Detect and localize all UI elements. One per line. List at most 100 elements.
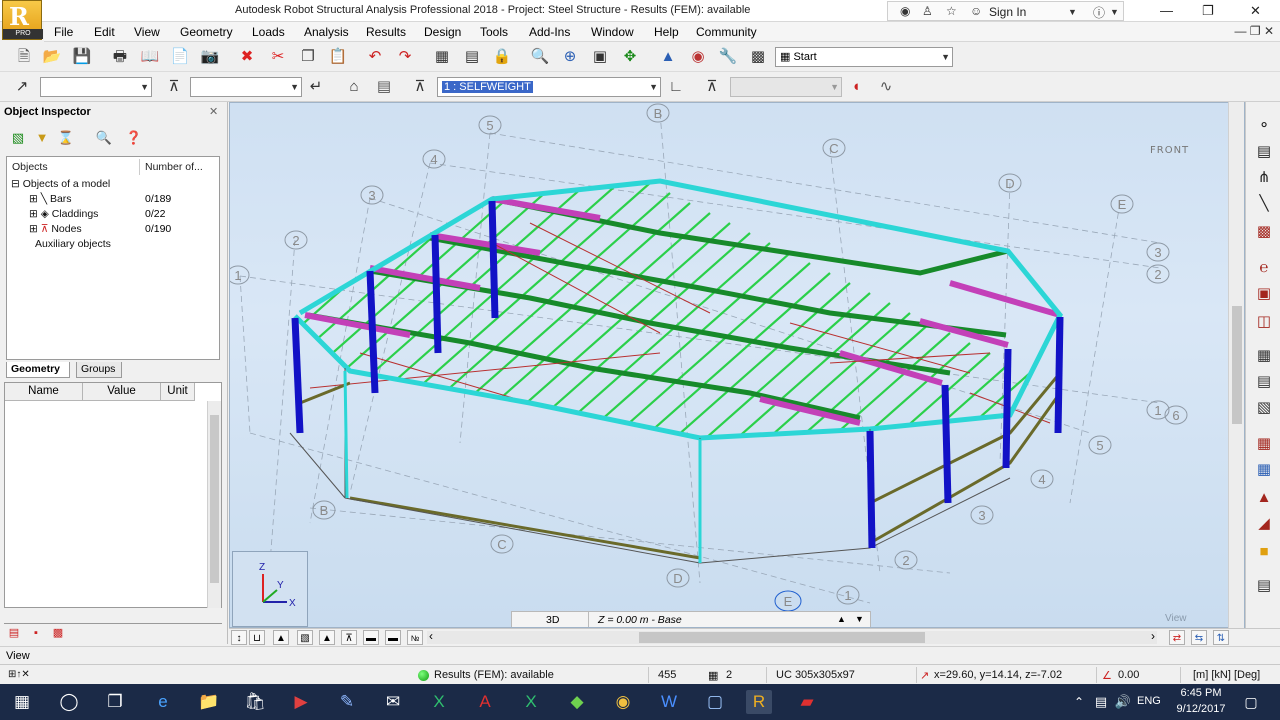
layout-combo[interactable]: ▦ Start ▼ (775, 47, 953, 67)
scrollbar-thumb[interactable] (210, 415, 219, 583)
screen-capture-icon[interactable]: 📷 (200, 47, 220, 67)
menu-analysis[interactable]: Analysis (304, 25, 349, 39)
tree-item-auxiliary[interactable]: Auxiliary objects (35, 238, 111, 250)
help-icon[interactable]: ⓘ (1093, 4, 1105, 21)
people-icon[interactable]: ♙ (922, 4, 933, 18)
volume-icon[interactable]: 🔊 (1110, 690, 1136, 714)
view-tool-icon[interactable]: ⇅ (1213, 630, 1229, 645)
view-tool-icon[interactable]: ↕ (231, 630, 247, 645)
view-tool-icon[interactable]: ⇄ (1169, 630, 1185, 645)
word-icon[interactable]: W (656, 690, 682, 714)
sketchup-icon[interactable]: ◆ (564, 690, 590, 714)
scrollbar-thumb[interactable] (639, 632, 925, 643)
display-icon[interactable]: ◉ (688, 47, 708, 67)
file-explorer-icon[interactable]: 📁 (196, 690, 222, 714)
paste-icon[interactable]: 📋 (328, 47, 348, 67)
load-definition-icon[interactable]: ∟ (666, 77, 686, 97)
clock-time[interactable]: 6:45 PM (1176, 687, 1226, 699)
load-case-combo[interactable]: 1 : SELFWEIGHT ▼ (437, 77, 661, 97)
scroll-right-icon[interactable]: › (1151, 629, 1155, 643)
prop-unit-header[interactable]: Unit (161, 383, 195, 401)
undo-icon[interactable]: ↶ (365, 47, 385, 67)
app-logo[interactable]: R PRO (2, 0, 43, 40)
search-icon[interactable]: ◯ (56, 690, 82, 714)
page-setup-icon[interactable]: 📄 (170, 47, 190, 67)
menu-community[interactable]: Community (696, 25, 757, 39)
nodes-icon[interactable]: ⚬ (1253, 116, 1275, 136)
redo-icon[interactable]: ↷ (395, 47, 415, 67)
prop-name-header[interactable]: Name (5, 383, 83, 401)
work-plane[interactable]: Z = 0.00 m - Base (598, 614, 682, 626)
menu-view[interactable]: View (134, 25, 160, 39)
tree-item-bars[interactable]: ⊞ ╲ Bars (29, 193, 72, 205)
help-dropdown-icon[interactable]: ▼ (1110, 7, 1119, 17)
view-tool-icon[interactable]: ⊔ (249, 630, 265, 645)
view-tool-icon[interactable]: ⇆ (1191, 630, 1207, 645)
bar-sections-icon[interactable]: ▩ (1253, 222, 1275, 242)
prop-value-header[interactable]: Value (83, 383, 161, 401)
tab-geometry[interactable]: Geometry (6, 362, 70, 378)
new-file-icon[interactable]: 🗎 (14, 47, 34, 67)
clock-date[interactable]: 9/12/2017 (1170, 703, 1232, 715)
layout-icon[interactable]: ▩ (748, 47, 768, 67)
edge-browser-icon[interactable]: e (150, 690, 176, 714)
zoom-window-icon[interactable]: ⊕ (560, 47, 580, 67)
menu-design[interactable]: Design (424, 25, 461, 39)
view-numbering-icon[interactable]: № (407, 630, 423, 645)
print-icon[interactable]: 🖶 (110, 47, 130, 67)
store-icon[interactable]: 🛍 (242, 690, 268, 714)
hourglass-icon[interactable]: ⌛ (56, 128, 76, 148)
materials-icon[interactable]: ▣ (1253, 284, 1275, 304)
view-tool-icon[interactable]: ▧ (297, 630, 313, 645)
filter-icon[interactable]: ▤ (374, 77, 394, 97)
tree-item-claddings[interactable]: ⊞ ◈ Claddings (29, 208, 98, 220)
load-case-icon[interactable]: ⊼ (410, 77, 430, 97)
tree-item-objects-of-model[interactable]: ⊟ Objects of a model (11, 178, 110, 190)
delete-icon[interactable]: ✖ (237, 47, 257, 67)
deformation-icon[interactable]: ∿ (876, 77, 896, 97)
menu-tools[interactable]: Tools (480, 25, 508, 39)
star-icon[interactable]: ☆ (946, 4, 957, 18)
selection-mode-icon[interactable]: ⊞↑✕ (8, 669, 30, 680)
view-tool-icon[interactable]: ▬ (385, 630, 401, 645)
structure-type-icon[interactable]: ▦ (1253, 434, 1275, 454)
paint-icon[interactable]: ✎ (334, 690, 360, 714)
chrome-icon[interactable]: ◉ (610, 690, 636, 714)
excel-icon[interactable]: X (426, 690, 452, 714)
task-view-icon[interactable]: ❐ (102, 690, 128, 714)
viewcube[interactable]: FRONT (1150, 145, 1189, 156)
view-tool-icon[interactable]: ▬ (363, 630, 379, 645)
print-icon[interactable]: ▩ (50, 626, 66, 640)
viewport-horizontal-scrollbar[interactable]: ‹ › (427, 629, 1157, 644)
load-case-icon[interactable]: ◢ (1253, 514, 1275, 534)
minimize-icon[interactable]: — (1160, 3, 1173, 18)
autocad-icon[interactable]: A (472, 690, 498, 714)
lock-icon[interactable]: 🔒 (492, 47, 512, 67)
tab-groups[interactable]: Groups (76, 362, 122, 378)
menu-results[interactable]: Results (366, 25, 406, 39)
tree-view-icon[interactable]: ▧ (8, 128, 28, 148)
view-tool-icon[interactable]: ⊼ (341, 630, 357, 645)
structure-model-icon[interactable]: ▲ (658, 47, 678, 67)
table-icon[interactable]: ▦ (1253, 460, 1275, 480)
dimensions-icon[interactable]: ▤ (1253, 142, 1275, 162)
restore-icon[interactable]: ❐ (1202, 3, 1214, 19)
filter-icon[interactable]: ▼ (32, 128, 52, 148)
zoom-icon[interactable]: 🔍 (530, 47, 550, 67)
releases-icon[interactable]: ◫ (1253, 312, 1275, 332)
excel-2-icon[interactable]: X (518, 690, 544, 714)
binoculars-icon[interactable]: ◉ (900, 4, 910, 18)
bar-icon[interactable]: ╲ (1253, 194, 1275, 214)
view-tool-icon[interactable]: ▲ (319, 630, 335, 645)
search-icon[interactable]: 🔍 (94, 128, 114, 148)
property-scrollbar[interactable] (207, 401, 221, 608)
panels-icon[interactable]: ▤ (1253, 372, 1275, 392)
menu-geometry[interactable]: Geometry (180, 25, 233, 39)
copy-icon[interactable]: ❐ (298, 47, 318, 67)
stairs-icon[interactable]: ▤ (1253, 576, 1275, 596)
table-icon[interactable]: ▪ (28, 626, 44, 640)
menu-edit[interactable]: Edit (94, 25, 115, 39)
robot-app-icon[interactable]: R (746, 690, 772, 714)
loads-icon[interactable]: ▲ (1253, 488, 1275, 508)
notifications-icon[interactable]: ▢ (1238, 690, 1264, 714)
